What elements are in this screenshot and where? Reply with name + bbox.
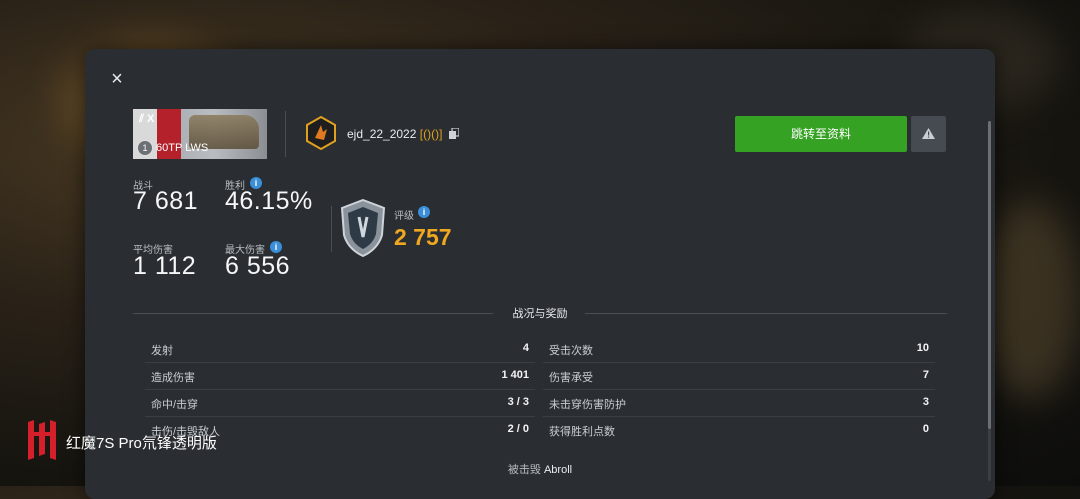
stat-row-label: 受击次数 [549, 345, 593, 357]
tank-card: ⫽ X 1 60TP LWS [133, 109, 267, 159]
stat-row-label: 造成伤害 [151, 372, 195, 384]
stat-row-value: 4 [522, 342, 529, 354]
scrollbar[interactable] [988, 121, 991, 481]
stat-row-label: 命中/击穿 [151, 399, 199, 411]
max-damage-value: 6 556 [225, 252, 291, 280]
tank-name: 60TP LWS [156, 142, 209, 154]
rating-value: 2 757 [394, 224, 452, 250]
rating-label: 评级 [394, 211, 414, 222]
stat-row-label: 伤害承受 [549, 372, 593, 384]
stat-row-value: 3 / 3 [507, 396, 529, 408]
mastery-badge: 1 [137, 140, 153, 156]
stat-row-value: 2 / 0 [507, 423, 529, 435]
stat-row-value: 3 [922, 396, 929, 408]
divider [331, 206, 332, 252]
scrollbar-thumb[interactable] [988, 121, 991, 429]
stat-row: 伤害承受 7 [543, 363, 935, 390]
tier-label: X [146, 113, 155, 125]
close-button[interactable]: × [107, 69, 127, 89]
stat-row-label: 获得胜利点数 [549, 426, 615, 438]
go-to-profile-button[interactable]: 跳转至资料 [735, 116, 907, 152]
stat-row: 获得胜利点数 0 [543, 417, 935, 443]
player-name: ejd_22_2022 [()()] [347, 127, 442, 141]
stat-row-value: 0 [922, 423, 929, 435]
stat-row: 造成伤害 1 401 [145, 363, 535, 390]
stat-row-label: 发射 [151, 345, 173, 357]
destroyed-by-label: 被击毁 [507, 464, 541, 476]
stat-row-value: 1 401 [501, 369, 529, 381]
rating-shield-icon [340, 199, 386, 257]
background-blob [980, 200, 1080, 400]
report-button[interactable] [911, 116, 946, 152]
device-watermark: 红魔7S Pro氘锋透明版 [26, 418, 246, 462]
stat-row-label: 未击穿伤害防护 [549, 399, 626, 411]
tank-tier: ⫽ X [139, 113, 154, 126]
section-divider [585, 313, 947, 314]
stat-row: 发射 4 [145, 336, 535, 363]
stat-row: 命中/击穿 3 / 3 [145, 390, 535, 417]
tier-chevron-icon: ⫽ [139, 113, 147, 125]
battles-value: 7 681 [133, 187, 199, 215]
copy-icon[interactable] [449, 128, 459, 139]
stat-row: 未击穿伤害防护 3 [543, 390, 935, 417]
avg-damage-value: 1 112 [133, 252, 197, 280]
watermark-text: 红魔7S Pro氘锋透明版 [66, 435, 217, 452]
rating-info-icon[interactable]: i [418, 206, 430, 218]
stat-row-value: 7 [922, 369, 929, 381]
stat-row-value: 10 [916, 342, 929, 354]
warning-icon [922, 128, 935, 139]
player-clan-emblem-icon [306, 116, 336, 150]
player-nickname: ejd_22_2022 [347, 127, 417, 141]
destroyed-by-player[interactable]: Abroll [544, 464, 572, 476]
clan-tag: [()()] [419, 127, 443, 141]
winrate-value: 46.15% [225, 187, 313, 215]
destroyed-by: 被击毁 Abroll [133, 461, 947, 477]
stat-row: 受击次数 10 [543, 336, 935, 363]
divider [285, 111, 286, 157]
red-magic-logo-icon [28, 420, 56, 460]
